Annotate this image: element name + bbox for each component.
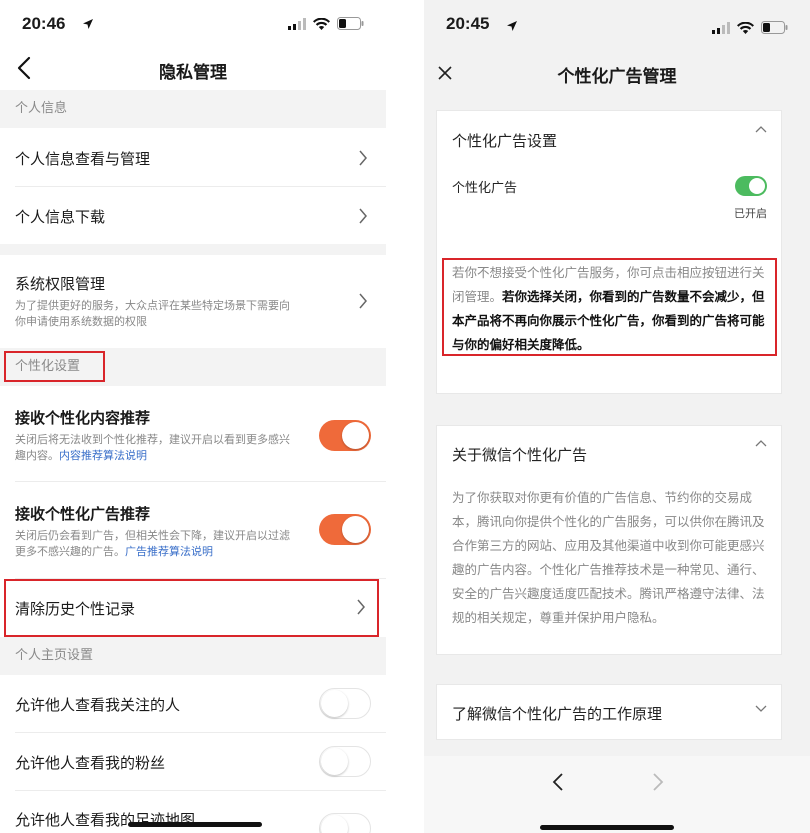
location-arrow-icon: [83, 19, 93, 29]
about-ads-body: 为了你获取对你更有价值的广告信息、节约你的交易成本，腾讯向你提供个性化的广告服务…: [452, 490, 765, 625]
row-info-download[interactable]: 个人信息下载: [0, 187, 386, 244]
content-recommendation-toggle[interactable]: [319, 420, 371, 451]
battery-icon: [761, 21, 788, 34]
caret-up-icon[interactable]: [755, 439, 767, 447]
home-indicator: [540, 825, 674, 830]
row-description: 关闭后仍会看到广告，但相关性会下降，建议开启以过滤更多不感兴趣的广告。广告推荐算…: [15, 528, 293, 560]
location-arrow-icon: [507, 21, 517, 31]
section-header-homepage: 个人主页设置: [0, 637, 386, 675]
row-info-view[interactable]: 个人信息查看与管理: [0, 128, 386, 186]
allow-footprint-toggle[interactable]: [319, 813, 371, 833]
wifi-icon: [737, 21, 754, 34]
nav-bar: 个性化广告管理: [424, 52, 810, 94]
row-content-recommendation: 接收个性化内容推荐 关闭后将无法收到个性化推荐，建议开启以看到更多感兴趣内容。内…: [0, 386, 386, 481]
status-bar: 20:45: [424, 0, 810, 50]
card-title: 个性化广告设置: [452, 132, 558, 150]
description-text: 关闭后将无法收到个性化推荐，建议开启以看到更多感兴趣内容。: [15, 433, 290, 462]
section-header-personal-info: 个人信息: [0, 90, 386, 128]
card-title: 了解微信个性化广告的工作原理: [452, 705, 663, 723]
highlight-box-ad-notice: [442, 258, 777, 356]
caret-down-icon[interactable]: [755, 705, 767, 713]
row-label: 个人信息下载: [15, 208, 106, 226]
toggle-knob: [342, 422, 369, 449]
nav-bar: 隐私管理: [0, 48, 386, 90]
forward-arrow-icon[interactable]: [652, 772, 664, 792]
row-description: 关闭后将无法收到个性化推荐，建议开启以看到更多感兴趣内容。内容推荐算法说明: [15, 432, 293, 464]
row-label: 接收个性化内容推荐: [15, 409, 151, 427]
card-how-ads-work[interactable]: 了解微信个性化广告的工作原理: [436, 684, 782, 740]
setting-label: 个性化广告: [452, 181, 518, 196]
row-label: 系统权限管理: [15, 275, 106, 293]
allow-following-toggle[interactable]: [319, 688, 371, 719]
row-label: 允许他人查看我关注的人: [15, 696, 181, 714]
status-bar: 20:46: [0, 0, 386, 50]
row-description: 为了提供更好的服务，大众点评在某些特定场景下需要向你申请使用系统数据的权限: [15, 299, 290, 328]
highlight-box-clear-history: [4, 579, 379, 637]
toggle-status-text: 已开启: [734, 207, 767, 220]
caret-up-icon[interactable]: [755, 125, 767, 133]
highlight-box-personalization: [4, 351, 105, 382]
section-spacer: [0, 244, 386, 255]
back-arrow-icon[interactable]: [552, 772, 564, 792]
card-title: 关于微信个性化广告: [452, 446, 588, 464]
chevron-right-icon: [359, 150, 367, 166]
row-allow-following: 允许他人查看我关注的人: [0, 675, 386, 732]
status-time: 20:45: [446, 14, 490, 33]
row-label: 允许他人查看我的粉丝: [15, 754, 166, 772]
row-label: 个人信息查看与管理: [15, 150, 151, 168]
toggle-knob: [321, 690, 348, 717]
allow-fans-toggle[interactable]: [319, 746, 371, 777]
row-ad-recommendation: 接收个性化广告推荐 关闭后仍会看到广告，但相关性会下降，建议开启以过滤更多不感兴…: [0, 482, 386, 578]
home-indicator: [128, 822, 262, 827]
toggle-knob: [321, 815, 348, 833]
ad-recommendation-toggle[interactable]: [319, 514, 371, 545]
toggle-knob: [342, 516, 369, 543]
chevron-right-icon: [359, 208, 367, 224]
card-about-ads: 关于微信个性化广告 为了你获取对你更有价值的广告信息、节约你的交易成本，腾讯向你…: [436, 425, 782, 655]
page-title: 隐私管理: [159, 63, 227, 83]
page-title: 个性化广告管理: [557, 67, 677, 87]
row-system-permissions[interactable]: 系统权限管理 为了提供更好的服务，大众点评在某些特定场景下需要向你申请使用系统数…: [0, 255, 386, 348]
status-time: 20:46: [22, 14, 66, 33]
toggle-knob: [321, 748, 348, 775]
chevron-right-icon: [359, 293, 367, 309]
toggle-knob: [749, 178, 765, 194]
wifi-icon: [313, 17, 330, 30]
row-allow-fans: 允许他人查看我的粉丝: [0, 733, 386, 790]
signal-icon: [288, 17, 306, 30]
ad-algorithm-link[interactable]: 广告推荐算法说明: [125, 545, 213, 558]
signal-icon: [712, 21, 730, 34]
battery-icon: [337, 17, 364, 30]
privacy-management-screen: 20:46 隐私管理 个人信息 个人信息查看与管理 个人信息下载 系统权限管理 …: [0, 0, 386, 833]
row-label: 接收个性化广告推荐: [15, 505, 151, 523]
personalized-ad-toggle[interactable]: [735, 176, 767, 196]
personalized-ad-management-screen: 20:45 个性化广告管理 个性化广告设置 个性化广告 已开启 若你不想接受个性…: [424, 0, 810, 833]
content-algorithm-link[interactable]: 内容推荐算法说明: [59, 449, 147, 462]
browser-toolbar: [424, 756, 810, 833]
